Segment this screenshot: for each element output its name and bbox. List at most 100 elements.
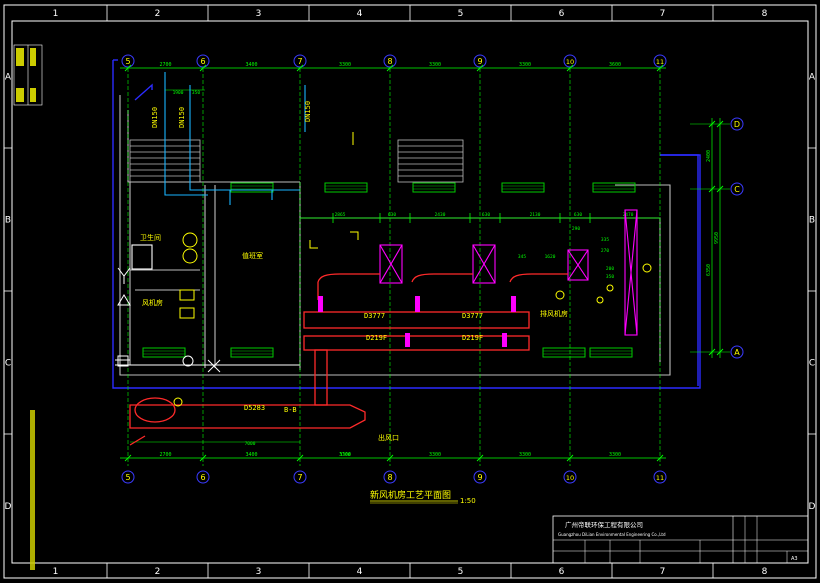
- drawing-title-group: 新风机房工艺平面图 1:50: [370, 489, 476, 505]
- room-label-exhaust-room: 排风机房: [540, 309, 568, 318]
- drawing-scale: 1:50: [460, 497, 476, 505]
- frame-row-label: A: [5, 73, 12, 83]
- dimension-text: 630: [482, 212, 490, 218]
- dimension-text: 3300: [340, 452, 351, 458]
- frame-row-labels-right: A B C D: [809, 73, 816, 513]
- pipe-label-d219f-a: D219F: [366, 334, 387, 342]
- axis-bubble: 10: [563, 470, 577, 484]
- svg-text:5: 5: [125, 473, 130, 482]
- dimension-text: 630: [388, 212, 396, 218]
- company-name-cn: 广州帝联环保工程有限公司: [565, 520, 643, 529]
- dimension-text: 2470: [623, 212, 634, 218]
- svg-text:D: D: [734, 120, 740, 129]
- dimension-text: 2130: [530, 212, 541, 218]
- pipe-label-dn150-c: DN150: [304, 101, 312, 122]
- room-label-outlet: 出风口: [378, 433, 399, 442]
- svg-text:6: 6: [200, 473, 205, 482]
- title-block: 广州帝联环保工程有限公司 Guangzhou DiLian Environmen…: [552, 515, 809, 564]
- svg-text:A: A: [734, 348, 740, 357]
- drawing-title: 新风机房工艺平面图: [370, 489, 451, 501]
- axis-bubble: 8: [383, 54, 397, 68]
- dimension-text: 3300: [429, 62, 441, 68]
- cad-drawing: 12345678 12345678 ABCD ABCD 5 6 7 8 9 10…: [3, 4, 817, 579]
- pipe-label-dn150-b: DN150: [178, 107, 186, 128]
- stair-block-right: [397, 139, 464, 183]
- room-label-duty-room: 值班室: [242, 251, 263, 260]
- dimension-text: 2430: [435, 212, 446, 218]
- axis-bubble: 5: [121, 54, 135, 68]
- axis-bubble: D: [730, 117, 744, 131]
- vent-grille: [501, 182, 545, 193]
- pipe-label-dn150-a: DN150: [151, 107, 159, 128]
- dimension-text: 200: [606, 266, 614, 272]
- vent-grille: [324, 182, 368, 193]
- fan-unit-2: [472, 244, 496, 284]
- frame-col-label: 7: [660, 567, 666, 577]
- process-pipes: [129, 273, 568, 446]
- dimension-text: 350: [606, 274, 614, 280]
- dimension-text: 3300: [339, 62, 351, 68]
- vent-grille: [230, 347, 274, 358]
- interior-walls: [115, 95, 671, 376]
- pipe-label-bb: B-B: [284, 406, 297, 414]
- frame-col-label: 1: [53, 9, 59, 19]
- frame-row-label: B: [5, 216, 11, 226]
- fan-unit-3: [567, 249, 589, 281]
- axis-bubble: 11: [653, 54, 667, 68]
- svg-text:8: 8: [387, 473, 392, 482]
- dimension-text: 9950: [714, 232, 720, 244]
- dimension-text: 2865: [335, 212, 346, 218]
- frame-col-label: 7: [660, 9, 666, 19]
- axis-bubble: 6: [196, 54, 210, 68]
- dimension-text: 2700: [159, 452, 171, 458]
- frame-row-label: C: [5, 359, 11, 369]
- frame-col-label: 4: [357, 9, 363, 19]
- pipe-label-group: DN150 DN150 DN150 D3777 D3777 D219F D219…: [151, 101, 483, 414]
- dimension-text: 2700: [159, 62, 171, 68]
- pipe-label-d5283: D5283: [244, 404, 265, 412]
- axis-bubble: 7: [293, 470, 307, 484]
- axis-bubbles-bottom: 5 6 7 8 9 10 11: [121, 470, 667, 484]
- svg-text:8: 8: [387, 57, 392, 66]
- svg-text:9: 9: [477, 473, 482, 482]
- fan-unit-1: [379, 244, 403, 284]
- frame-col-label: 6: [559, 567, 565, 577]
- axis-bubble: 7: [293, 54, 307, 68]
- pipe-label-d3777-b: D3777: [462, 312, 483, 320]
- vent-grille: [412, 182, 456, 193]
- company-name-en: Guangzhou DiLian Environmental Engineeri…: [558, 532, 666, 537]
- dimension-text: 1900: [173, 90, 184, 96]
- room-label-fan-room: 风机房: [142, 298, 163, 307]
- vent-grille: [542, 347, 586, 358]
- frame-row-label: D: [5, 502, 12, 512]
- axis-grid: [127, 68, 730, 466]
- vent-grilles: [142, 182, 636, 358]
- left-note-strip: [13, 44, 43, 570]
- water-supply-lines: [164, 72, 306, 205]
- dimension-text: 3600: [609, 62, 621, 68]
- axis-bubble: 9: [473, 470, 487, 484]
- vent-grille: [592, 182, 636, 193]
- dimension-text: 3300: [519, 452, 531, 458]
- frame-row-label: B: [809, 216, 815, 226]
- dimension-text: 3400: [245, 452, 257, 458]
- fan-units: [379, 209, 638, 336]
- vent-grille: [142, 347, 186, 358]
- dimension-text: 630: [574, 212, 582, 218]
- svg-text:10: 10: [566, 58, 574, 66]
- room-label-toilet: 卫生间: [140, 233, 161, 242]
- svg-text:11: 11: [656, 58, 664, 66]
- axis-bubble: C: [730, 182, 744, 196]
- axis-bubble: 11: [653, 470, 667, 484]
- dimension-text: 270: [601, 248, 609, 254]
- axis-bubble: A: [730, 345, 744, 359]
- dimension-text: 345: [518, 254, 526, 260]
- dimension-text: 1620: [545, 254, 556, 260]
- frame-col-label: 1: [53, 567, 59, 577]
- vent-grille: [589, 347, 633, 358]
- svg-text:9: 9: [477, 57, 482, 66]
- frame-row-labels-left: A B C D: [5, 73, 12, 513]
- frame-row-label: A: [809, 73, 816, 83]
- frame-col-label: 4: [357, 567, 363, 577]
- frame-col-label: 6: [559, 9, 565, 19]
